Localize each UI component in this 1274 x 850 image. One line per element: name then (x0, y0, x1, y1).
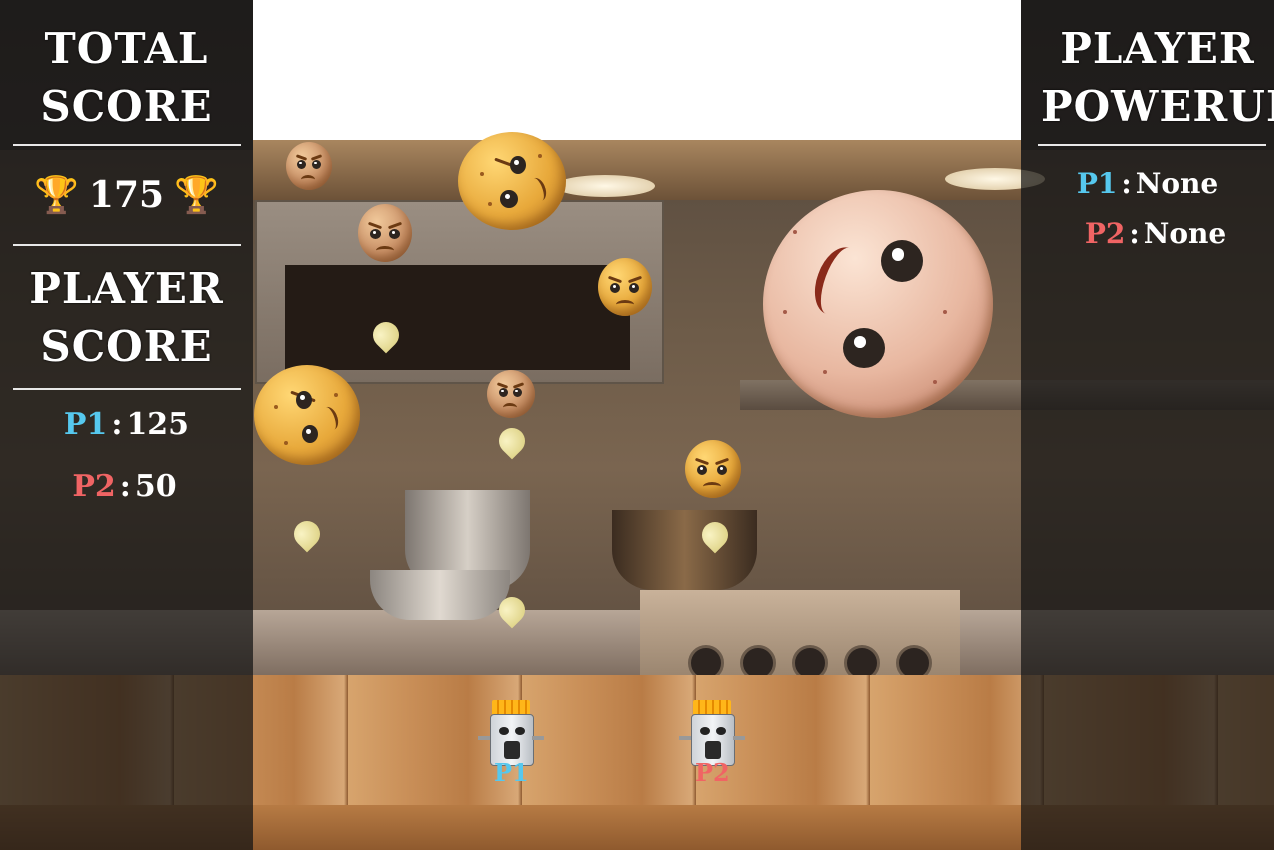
oven-grill (285, 265, 630, 370)
powerup-heading: PLAYER POWERUP (1021, 20, 1274, 136)
player-score-heading: PLAYER SCORE (0, 260, 253, 376)
p1-powerup-row: P1: None (1021, 146, 1274, 200)
player-2-label: P2 (695, 758, 730, 787)
drop-projectile (373, 322, 399, 356)
trophy-icon: 🏆 (34, 174, 79, 216)
potato-enemy (487, 370, 535, 418)
powerup-heading-line-2: POWERUP (1041, 82, 1274, 131)
drop-projectile (702, 522, 728, 556)
separator: : (119, 469, 131, 504)
total-heading-line-2: SCORE (40, 82, 213, 131)
total-score-row: 🏆 175 🏆 (0, 146, 253, 244)
p1-score: 125 (126, 407, 190, 442)
score-panel: TOTAL SCORE 🏆 175 🏆 PLAYER SCORE P1:125 … (0, 0, 253, 850)
cloud (700, 82, 840, 142)
separator: : (111, 407, 123, 442)
potato-enemy (598, 258, 652, 316)
potato-enemy (685, 440, 741, 498)
total-heading-line-1: TOTAL (44, 24, 209, 73)
p2-score: 50 (134, 469, 177, 504)
p2-score-row: P2:50 (0, 456, 253, 518)
cooking-pot (612, 510, 757, 590)
potato-enemy (458, 132, 566, 230)
potato-enemy (254, 365, 360, 465)
cloud (470, 70, 620, 130)
p2-label: P2 (1084, 217, 1126, 250)
drop-projectile (294, 521, 320, 555)
mixing-bowl (370, 570, 510, 620)
player-2-character: P2 (677, 700, 747, 787)
p2-powerup: None (1143, 217, 1227, 250)
powerup-heading-line-1: PLAYER (1060, 24, 1255, 73)
player-score-heading-line-2: SCORE (40, 322, 213, 371)
p2-powerup-row: P2: None (1021, 196, 1274, 250)
player-score-heading-line-1: PLAYER (29, 264, 224, 313)
separator: : (1129, 217, 1140, 250)
boss-potato-enemy (763, 190, 993, 418)
potato-enemy (286, 142, 332, 190)
ceiling-light (555, 175, 655, 197)
cloud (920, 78, 1021, 138)
powerup-panel: PLAYER POWERUP P1: None P2: None (1021, 0, 1274, 850)
player-1-label: P1 (494, 758, 529, 787)
drop-projectile (499, 428, 525, 462)
player-1-character: P1 (476, 700, 546, 787)
p1-label: P1 (63, 407, 108, 442)
potato-enemy (358, 204, 412, 262)
drop-projectile (499, 597, 525, 631)
total-score-value: 175 (88, 174, 165, 216)
p2-label: P2 (72, 469, 116, 504)
trophy-icon: 🏆 (174, 174, 219, 216)
total-score-heading: TOTAL SCORE (0, 20, 253, 136)
p1-score-row: P1:125 (0, 394, 253, 456)
